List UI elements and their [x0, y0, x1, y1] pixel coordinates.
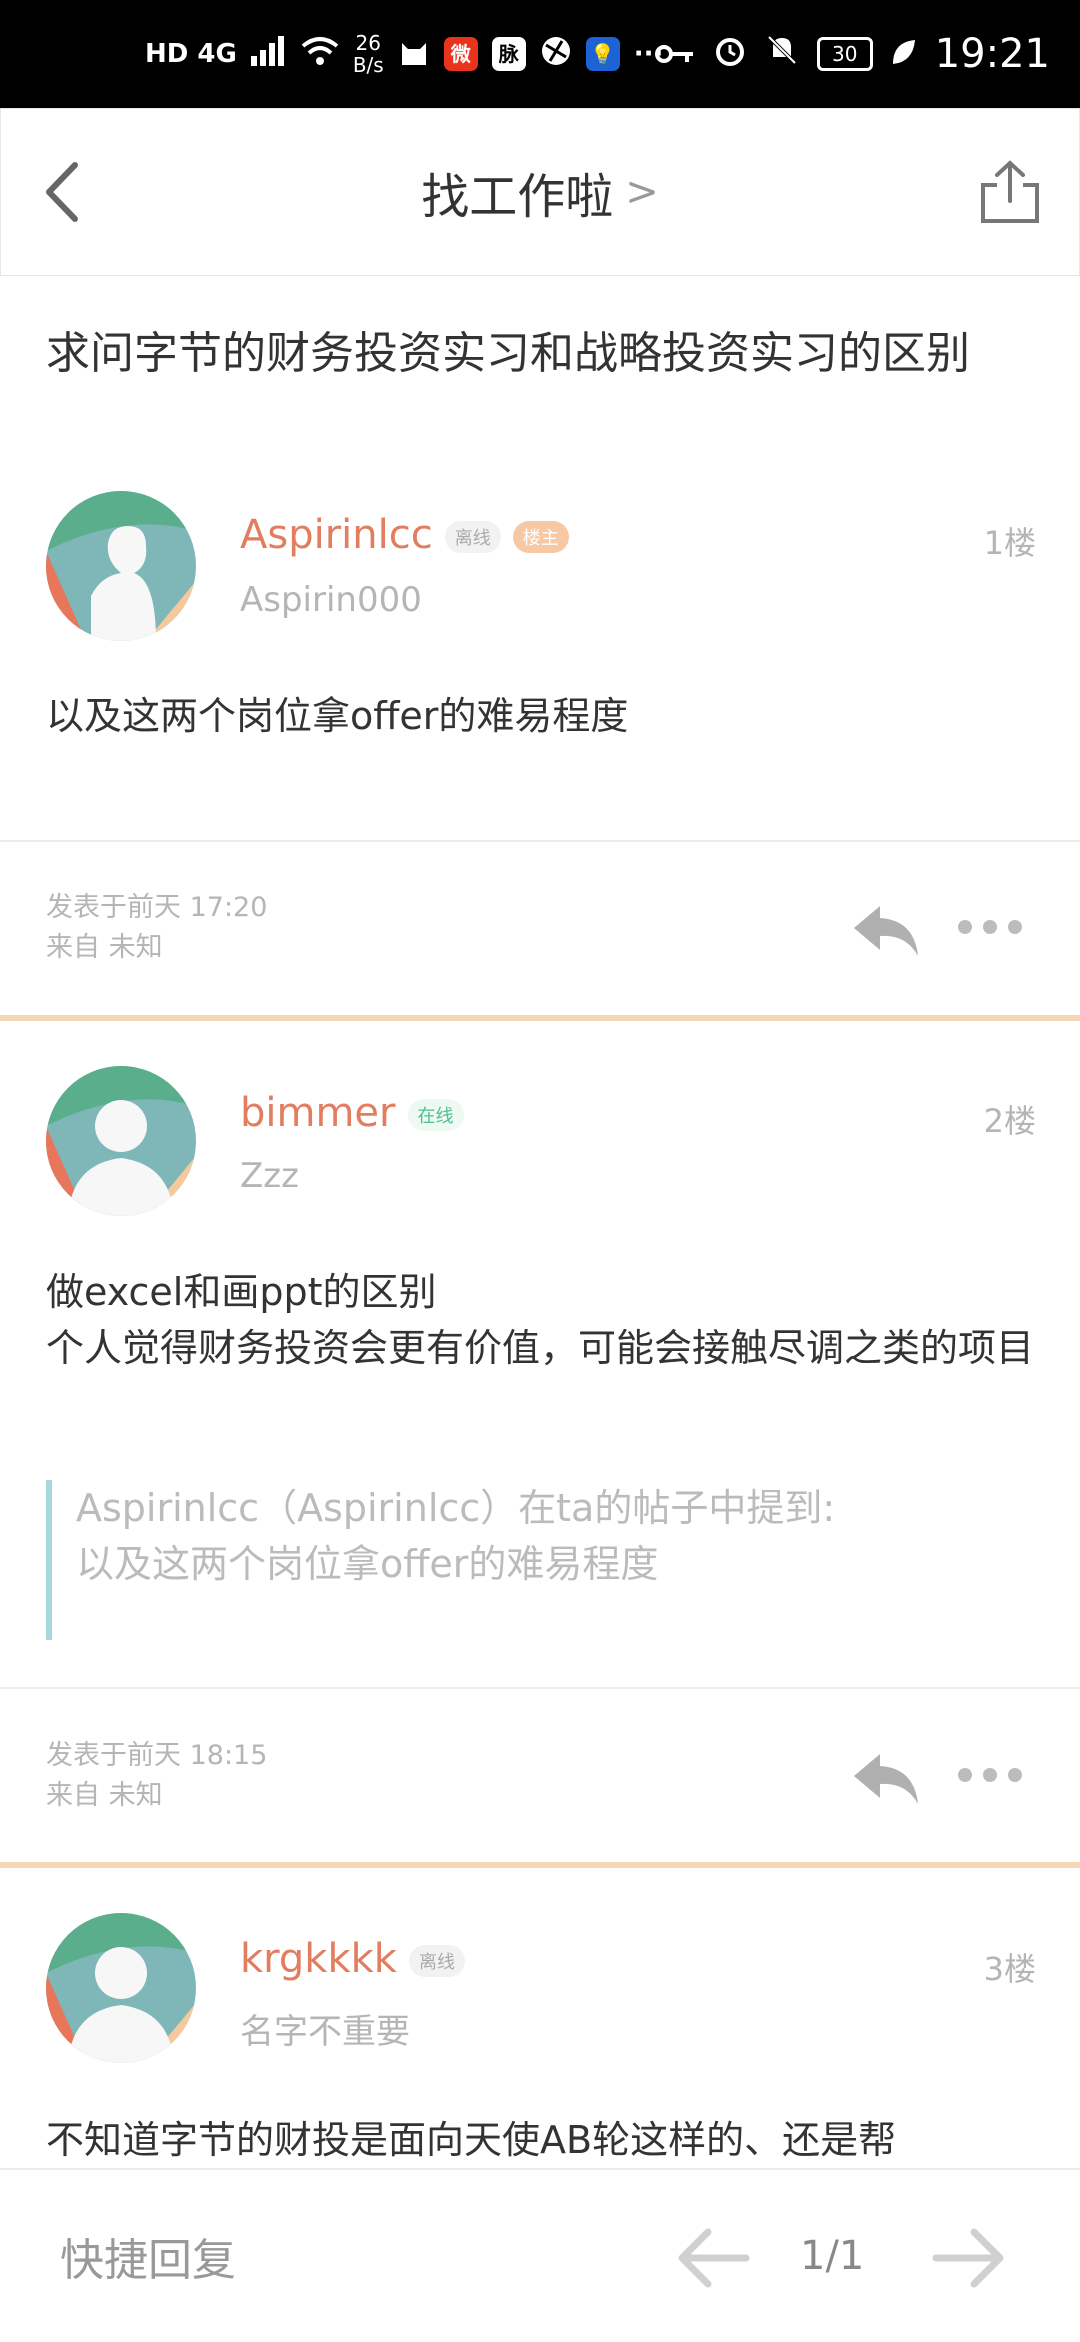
quick-reply-input[interactable]: 快捷回复	[60, 2170, 236, 2342]
divider	[0, 840, 1080, 842]
post-subname: 名字不重要	[240, 2012, 410, 2052]
floor-number: 1楼	[983, 524, 1036, 562]
post-username[interactable]: krgkkkk 离线	[240, 1936, 465, 1982]
post-content: 不知道字节的财投是面向天使AB轮这样的、还是帮	[46, 2118, 897, 2162]
status-badge: 在线	[407, 1099, 464, 1131]
reply-button[interactable]	[852, 902, 922, 962]
quote-text: 以及这两个岗位拿offer的难易程度	[76, 1542, 659, 1586]
more-options-button[interactable]	[958, 1765, 1022, 1785]
owner-badge: 楼主	[512, 521, 569, 553]
maimai-icon: 脉	[491, 37, 526, 71]
alarm-icon	[713, 33, 747, 76]
quote-header: Aspirinlcc（Aspirinlcc）在ta的帖子中提到:	[76, 1486, 836, 1530]
reply-icon	[854, 1754, 918, 1804]
divider	[0, 1687, 1080, 1689]
post-username[interactable]: Aspirinlcc 离线 楼主	[240, 512, 569, 558]
dot-icon	[983, 1768, 997, 1782]
status-badge: 离线	[408, 1945, 465, 1977]
avatar-image	[46, 1066, 196, 1216]
bottom-bar: 快捷回复 1/1	[0, 2168, 1080, 2342]
top-navigation-bar: 找工作啦 >	[0, 108, 1080, 276]
status-left-group: HD 4G 26 B/s 微 脉 💡 ···	[145, 0, 663, 108]
signal-icon	[250, 35, 287, 73]
dot-icon	[1008, 920, 1022, 934]
reply-button[interactable]	[852, 1750, 922, 1810]
dot-icon	[958, 920, 972, 934]
key-icon	[654, 34, 695, 75]
post-content-line: 个人觉得财务投资会更有价值，可能会接触尽调之类的项目	[46, 1326, 1035, 1370]
post-meta: 发表于前天 18:15 来自 未知	[46, 1736, 267, 1816]
bulb-app-icon: 💡	[585, 37, 620, 71]
share-button[interactable]	[977, 157, 1043, 227]
post-meta: 发表于前天 17:20 来自 未知	[46, 888, 267, 968]
floor-number: 3楼	[983, 1950, 1036, 1988]
share-icon	[981, 160, 1039, 223]
avatar[interactable]	[46, 1913, 196, 2063]
status-bar: HD 4G 26 B/s 微 脉 💡 ··· 30 19:21	[0, 0, 1080, 108]
prev-page-button[interactable]	[676, 2220, 752, 2296]
next-page-button[interactable]	[930, 2220, 1006, 2296]
post-username[interactable]: bimmer 在线	[240, 1090, 464, 1136]
arrow-right-icon	[932, 2228, 1004, 2288]
post-source: 来自 未知	[46, 1780, 163, 1811]
reply-icon	[854, 906, 918, 956]
wifi-icon	[301, 36, 339, 73]
net-speed-value: 26	[355, 31, 381, 55]
clock: 19:21	[934, 31, 1050, 77]
forum-title-button[interactable]: 找工作啦 >	[1, 109, 1079, 275]
post-separator	[0, 1862, 1080, 1868]
battery-icon: 30	[816, 37, 873, 71]
post-source: 来自 未知	[46, 932, 163, 963]
username-text: bimmer	[240, 1090, 396, 1136]
avatar-image	[46, 1913, 196, 2063]
post-content-line: 做excel和画ppt的区别	[46, 1270, 437, 1314]
post-subname: Aspirin000	[240, 580, 422, 620]
avatar[interactable]	[46, 1066, 196, 1216]
status-badge: 离线	[444, 521, 501, 553]
post-time: 发表于前天 18:15	[46, 1740, 268, 1771]
arrow-left-icon	[678, 2228, 750, 2288]
dot-icon	[983, 920, 997, 934]
browser-app-icon	[540, 35, 572, 74]
post-content: 做excel和画ppt的区别 个人觉得财务投资会更有价值，可能会接触尽调之类的项…	[46, 1264, 1036, 1376]
post-content: 以及这两个岗位拿offer的难易程度	[46, 694, 629, 738]
net-speed-unit: B/s	[352, 53, 384, 77]
more-options-button[interactable]	[958, 917, 1022, 937]
mute-icon	[765, 33, 799, 76]
page-indicator: 1/1	[800, 2233, 865, 2279]
floor-number: 2楼	[983, 1102, 1036, 1140]
leaf-icon	[891, 34, 917, 75]
avatar[interactable]	[46, 491, 196, 641]
dot-icon	[1008, 1768, 1022, 1782]
cat-app-icon	[398, 35, 430, 74]
thread-title: 求问字节的财务投资实习和战略投资实习的区别	[46, 328, 970, 379]
chevron-right-icon: >	[625, 169, 659, 215]
post-time: 发表于前天 17:20	[46, 892, 268, 923]
username-text: Aspirinlcc	[240, 512, 433, 558]
net-speed: 26 B/s	[353, 32, 384, 76]
avatar-image	[46, 491, 196, 641]
weibo-icon: 微	[443, 37, 478, 71]
status-right-group: 30 19:21	[654, 0, 1050, 108]
post-subname: Zzz	[240, 1156, 299, 1196]
forum-title: 找工作啦	[421, 169, 614, 225]
quote-block[interactable]: Aspirinlcc（Aspirinlcc）在ta的帖子中提到: 以及这两个岗位…	[46, 1480, 1056, 1640]
username-text: krgkkkk	[240, 1936, 397, 1982]
network-indicator: HD 4G	[145, 39, 237, 69]
post-separator	[0, 1015, 1080, 1021]
dot-icon	[958, 1768, 972, 1782]
